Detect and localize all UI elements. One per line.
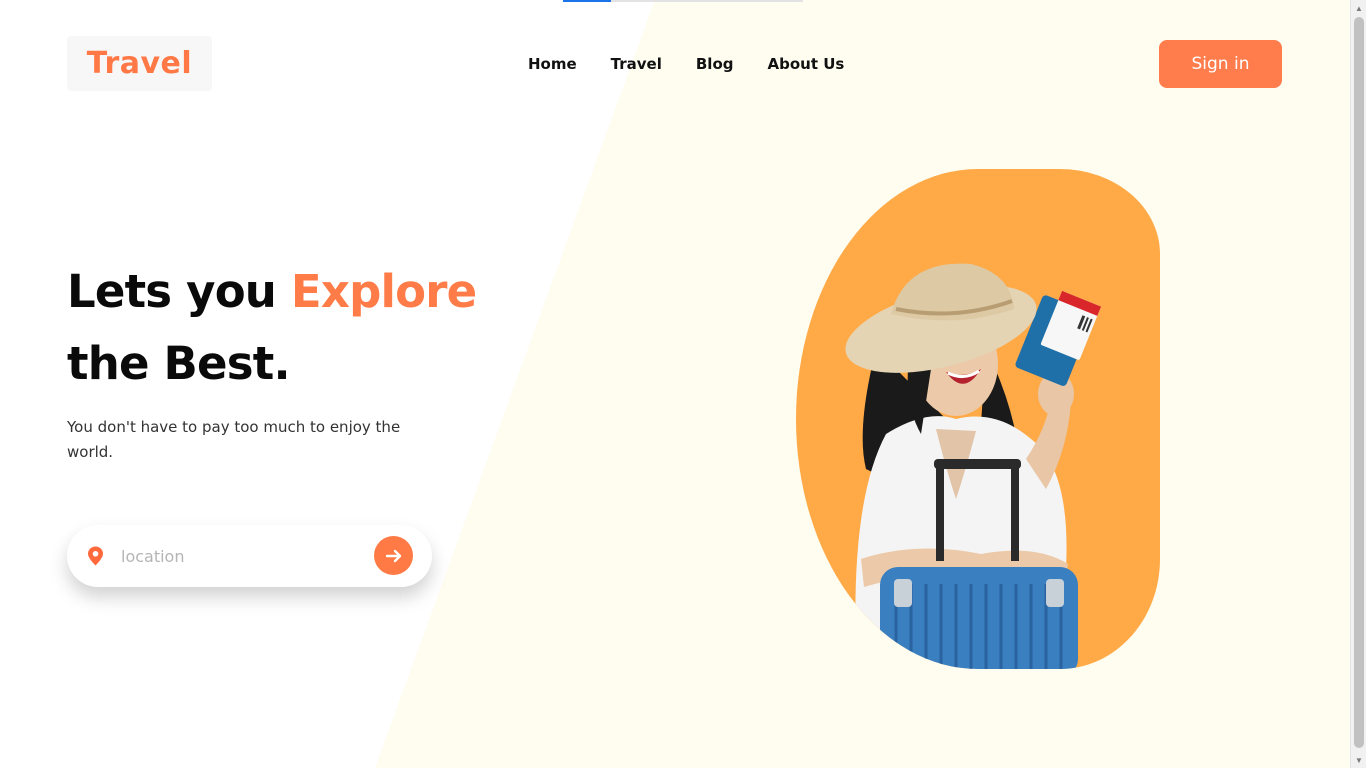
scroll-thumb[interactable]: [1354, 17, 1364, 748]
search-submit-button[interactable]: [374, 536, 413, 575]
nav-travel[interactable]: Travel: [611, 52, 662, 76]
traveler-photo: [845, 263, 1102, 669]
location-search-bar: [67, 525, 432, 587]
location-input[interactable]: [121, 539, 361, 573]
hero-title-accent: Explore: [290, 265, 477, 318]
sign-in-button[interactable]: Sign in: [1159, 40, 1282, 88]
main-nav: Home Travel Blog About Us: [528, 52, 844, 76]
hero-title-part2: the Best.: [67, 337, 291, 390]
location-pin-icon: [88, 546, 103, 566]
scroll-up-icon[interactable]: ▲: [1351, 0, 1366, 16]
logo[interactable]: Travel: [67, 36, 212, 91]
arrow-right-icon: [385, 549, 401, 562]
nav-blog[interactable]: Blog: [696, 52, 734, 76]
scroll-down-icon[interactable]: ▼: [1351, 752, 1366, 768]
page-scrollbar[interactable]: ▲ ▼: [1350, 0, 1366, 768]
hero-title-part1: Lets you: [67, 265, 291, 318]
hero-subtitle: You don't have to pay too much to enjoy …: [67, 418, 401, 461]
hero-title: Lets you Explore the Best.: [67, 256, 477, 400]
site-header: Travel Home Travel Blog About Us Sign in: [0, 0, 1350, 128]
nav-home[interactable]: Home: [528, 52, 577, 76]
hero-image-blob: [796, 169, 1160, 669]
nav-about-us[interactable]: About Us: [768, 52, 845, 76]
